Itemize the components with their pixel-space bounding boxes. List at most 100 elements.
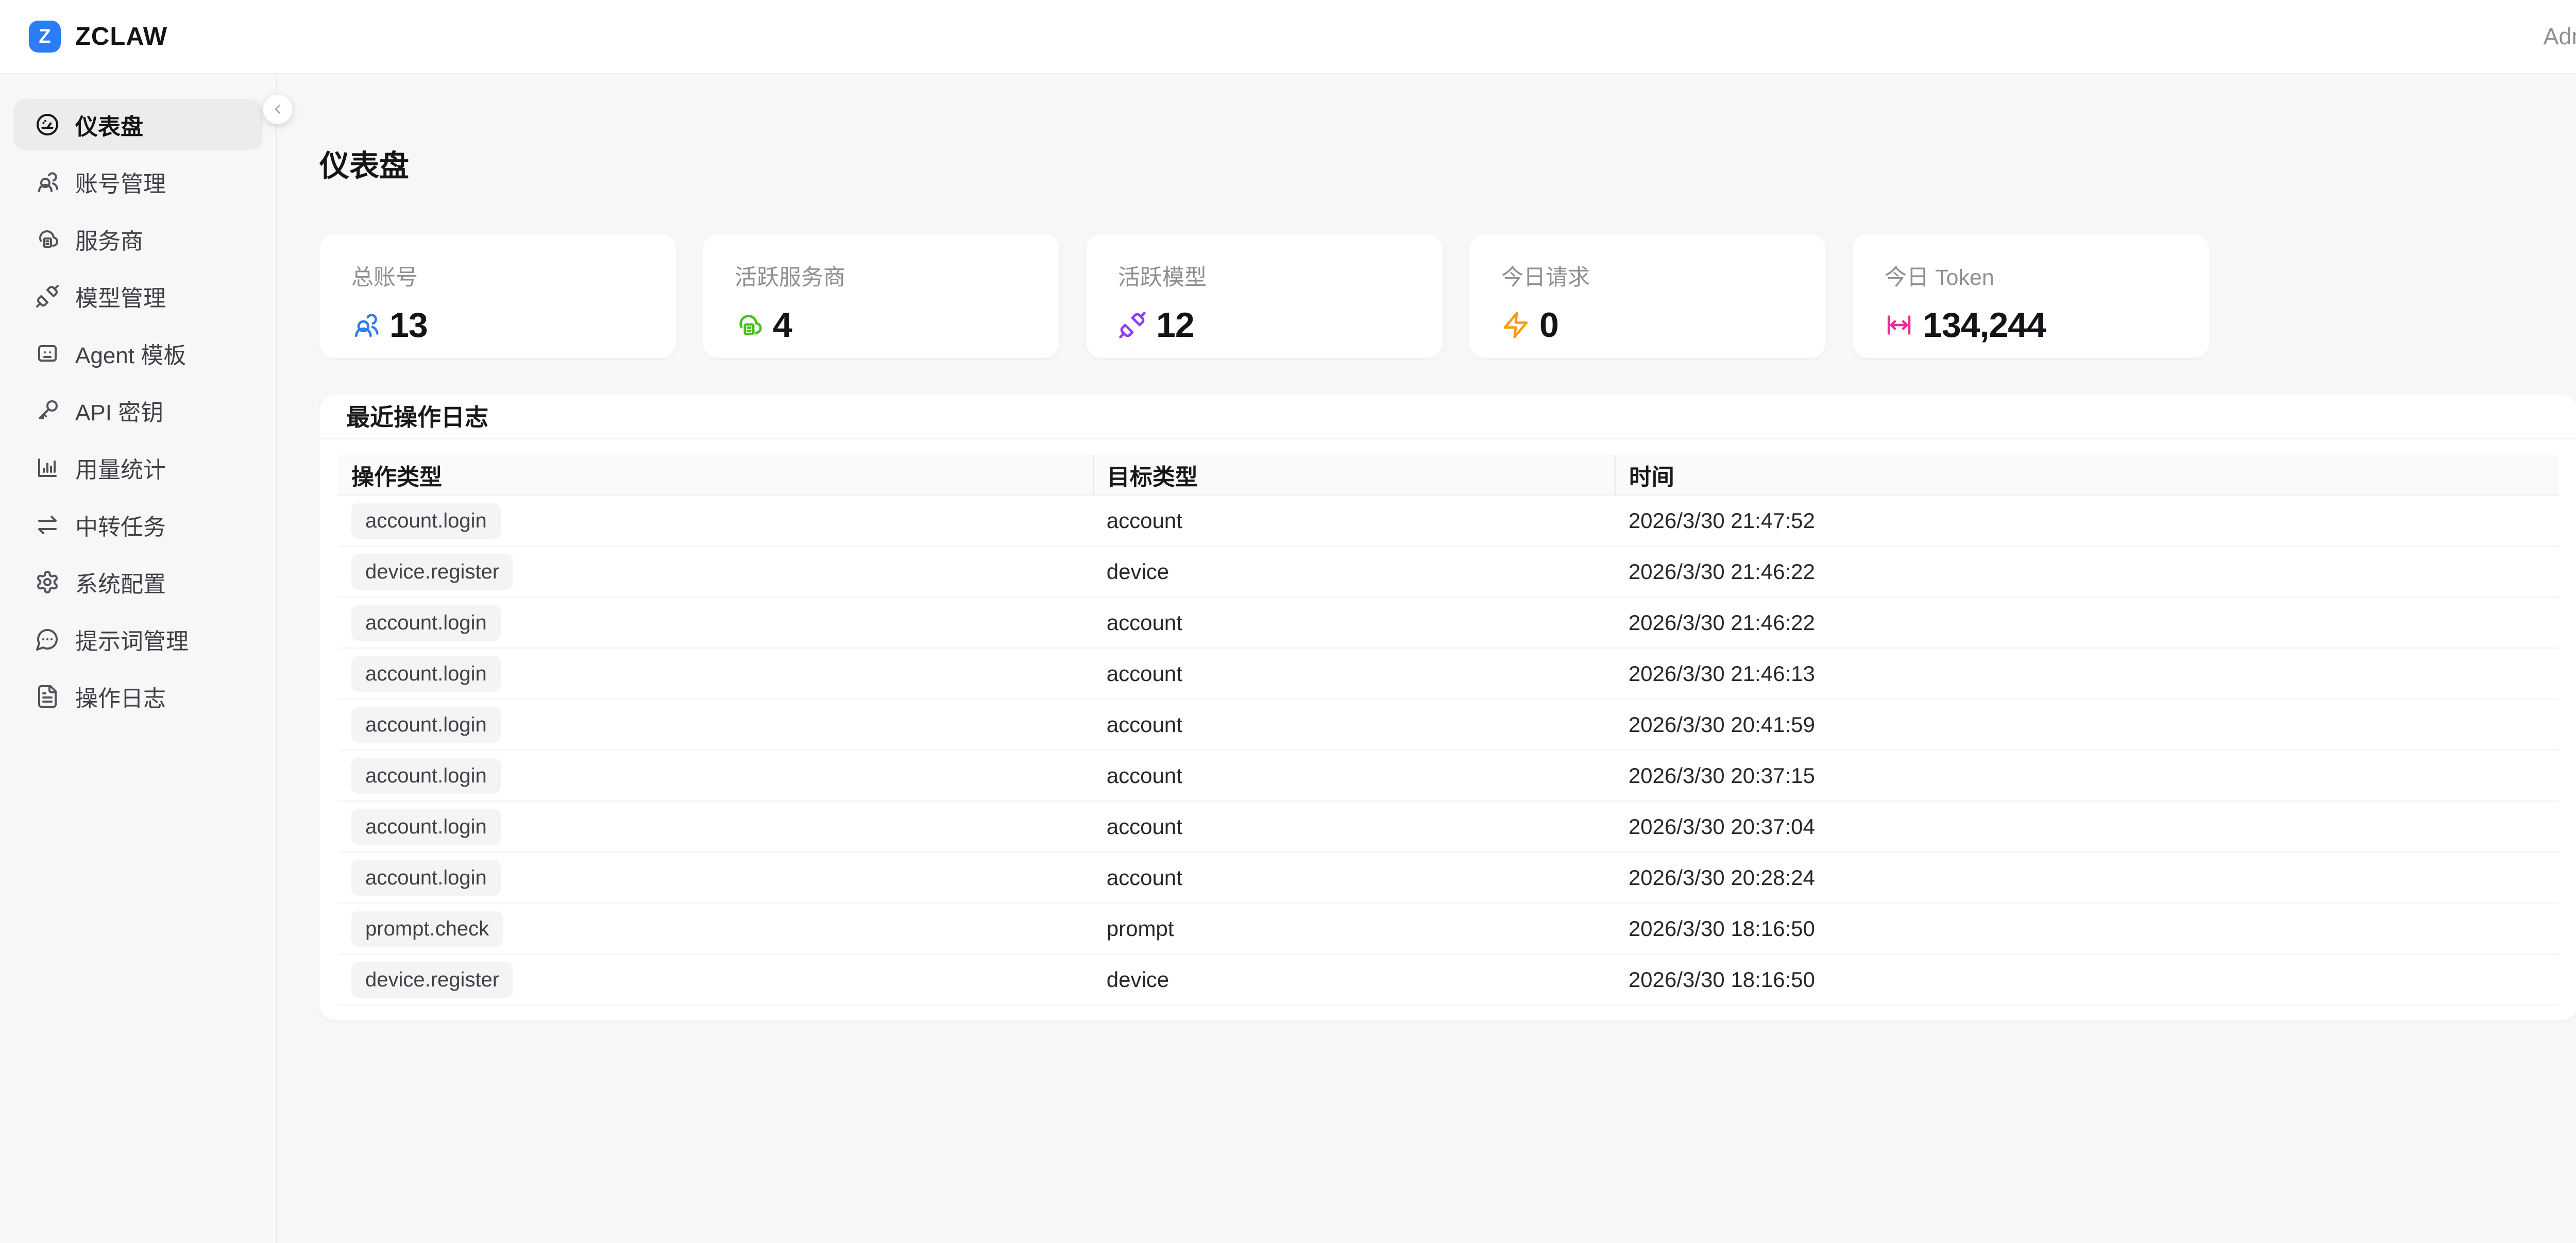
action-type-badge: account.login	[351, 503, 501, 539]
stat-card-label: 今日请求	[1501, 260, 1794, 292]
stat-card: 活跃服务商 4	[703, 234, 1059, 358]
stat-card-value: 134,244	[1923, 305, 2046, 345]
cell-target-type: account	[1093, 495, 1615, 546]
app-logo: Z	[29, 21, 61, 53]
cell-action-type: account.login	[338, 750, 1093, 801]
sidebar-item-label: Agent 模板	[75, 337, 186, 370]
stat-card-label: 今日 Token	[1885, 260, 2177, 292]
table-row: account.login account2026/3/30 21:46:22	[338, 597, 2559, 648]
cell-time: 2026/3/30 20:41:59	[1615, 699, 2559, 750]
app-name: ZCLAW	[75, 22, 167, 51]
sidebar-item-settings[interactable]: 系统配置	[13, 556, 263, 608]
sidebar-item-label: 操作日志	[75, 680, 166, 713]
sidebar-item-key[interactable]: API 密钥	[13, 385, 263, 436]
cell-time: 2026/3/30 18:16:50	[1615, 954, 2559, 1005]
message-dots-icon	[35, 627, 60, 652]
action-type-badge: account.login	[351, 656, 501, 692]
sidebar-item-users[interactable]: 账号管理	[13, 156, 263, 208]
sidebar-item-message-dots[interactable]: 提示词管理	[13, 614, 263, 665]
stat-card: 今日 Token 134,244	[1853, 234, 2209, 358]
cell-target-type: account	[1093, 597, 1615, 648]
table-header-row: 操作类型目标类型时间	[338, 455, 2559, 495]
table-row: device.registerdevice2026/3/30 18:16:50	[338, 954, 2559, 1005]
key-icon	[35, 398, 60, 423]
cloud-server-icon	[735, 311, 764, 339]
cloud-server-icon	[35, 227, 60, 251]
stat-card: 总账号13	[319, 234, 676, 358]
table-row: account.loginaccount2026/3/30 20:37:04	[338, 801, 2559, 852]
action-type-badge: account.login	[351, 605, 501, 641]
table-row: account.login account2026/3/30 21:47:52	[338, 495, 2559, 546]
file-text-icon	[35, 684, 60, 709]
cell-action-type: account.login	[338, 597, 1093, 648]
sidebar-item-label: 服务商	[75, 223, 143, 256]
cell-time: 2026/3/30 21:47:52	[1615, 495, 2559, 546]
move-horizontal-icon	[1885, 311, 1913, 339]
sidebar-item-label: API 密钥	[75, 394, 163, 427]
app-logo-letter: Z	[39, 26, 50, 48]
settings-icon	[35, 570, 60, 594]
sidebar-item-cloud-server[interactable]: 服务商	[13, 213, 263, 265]
sidebar-item-label: 模型管理	[75, 280, 166, 313]
cell-target-type: account	[1093, 699, 1615, 750]
zap-icon	[1501, 311, 1530, 339]
page-title: 仪表盘	[319, 148, 2576, 184]
users-icon	[351, 311, 380, 339]
cell-time: 2026/3/30 20:37:15	[1615, 750, 2559, 801]
cell-target-type: account	[1093, 648, 1615, 699]
cell-time: 2026/3/30 21:46:22	[1615, 597, 2559, 648]
cell-time: 2026/3/30 20:28:24	[1615, 852, 2559, 903]
bot-icon	[35, 341, 60, 366]
cell-target-type: device	[1093, 954, 1615, 1005]
gauge-icon	[35, 112, 60, 137]
action-type-badge: prompt.check	[351, 911, 503, 947]
cell-target-type: account	[1093, 750, 1615, 801]
sidebar-item-gauge[interactable]: 仪表盘	[13, 99, 263, 150]
stat-card-label: 活跃模型	[1118, 260, 1411, 292]
column-header: 时间	[1615, 455, 2559, 495]
top-header: Z ZCLAW Admin	[0, 0, 2576, 74]
cell-action-type: account.login	[338, 801, 1093, 852]
users-icon	[35, 169, 60, 194]
plug-icon	[1118, 311, 1147, 339]
recent-logs-card: 最近操作日志 操作类型目标类型时间 account.loginaccount20…	[319, 395, 2576, 1020]
sidebar-item-label: 用量统计	[75, 451, 166, 484]
table-row: account.login account2026/3/30 20:37:15	[338, 750, 2559, 801]
stat-card-value: 4	[773, 305, 792, 345]
stat-card-label: 活跃服务商	[735, 260, 1027, 292]
main-area: 仪表盘 总账号13 活跃服务商 4 活跃模型12今日请求0 今日 Token 134,24…	[278, 75, 2576, 1243]
action-type-badge: account.login	[351, 809, 501, 845]
arrow-right-left-icon	[35, 513, 60, 537]
cell-target-type: prompt	[1093, 903, 1615, 954]
cell-action-type: account.login	[338, 648, 1093, 699]
cell-action-type: account.login	[338, 495, 1093, 546]
action-type-badge: account.login	[351, 758, 501, 794]
table-row: prompt.checkprompt2026/3/30 18:16:50	[338, 903, 2559, 954]
sidebar-item-bar-chart[interactable]: 用量统计	[13, 442, 263, 493]
sidebar-item-label: 中转任务	[75, 508, 166, 541]
cell-action-type: account.login	[338, 852, 1093, 903]
sidebar-item-file-text[interactable]: 操作日志	[13, 671, 263, 722]
sidebar-item-label: 系统配置	[75, 566, 166, 599]
action-type-badge: account.login	[351, 707, 501, 743]
action-type-badge: device.register	[351, 554, 513, 590]
sidebar-item-bot[interactable]: Agent 模板	[13, 328, 263, 379]
user-menu[interactable]: Admin	[2543, 23, 2576, 50]
plug-icon	[35, 284, 60, 309]
sidebar-item-plug[interactable]: 模型管理	[13, 270, 263, 322]
stat-card: 活跃模型12	[1086, 234, 1443, 358]
sidebar-collapse-button[interactable]	[263, 94, 293, 124]
stat-card-label: 总账号	[351, 260, 644, 292]
stat-card: 今日请求0	[1469, 234, 1826, 358]
table-row: device.registerdevice2026/3/30 21:46:22	[338, 546, 2559, 597]
sidebar-nav: 仪表盘账号管理服务商模型管理 Agent 模板 API 密钥用量统计中转任务系统配置…	[0, 75, 277, 1243]
table-row: account.loginaccount2026/3/30 21:46:13	[338, 648, 2559, 699]
cell-target-type: account	[1093, 852, 1615, 903]
sidebar-item-label: 账号管理	[75, 165, 166, 198]
column-header: 操作类型	[338, 455, 1093, 495]
action-type-badge: account.login	[351, 860, 501, 896]
table-row: account.login account2026/3/30 20:41:59	[338, 699, 2559, 750]
recent-logs-title: 最近操作日志	[319, 395, 2576, 439]
sidebar-item-label: 仪表盘	[75, 108, 143, 141]
sidebar-item-arrow-right-left[interactable]: 中转任务	[13, 499, 263, 551]
